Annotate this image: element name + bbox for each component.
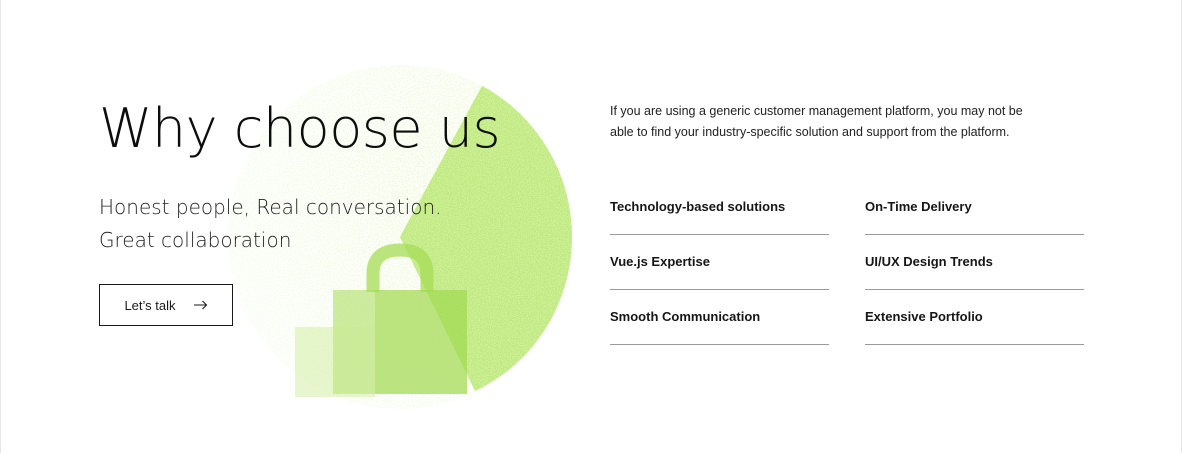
- feature-label: Extensive Portfolio: [865, 309, 983, 324]
- page-title: Why choose us: [99, 97, 501, 160]
- feature-label: On-Time Delivery: [865, 199, 972, 214]
- frame-left-edge: [0, 0, 1, 453]
- feature-label: UI/UX Design Trends: [865, 254, 993, 269]
- feature-label: Smooth Communication: [610, 309, 761, 324]
- feature-item: Smooth Communication: [610, 295, 829, 345]
- intro-paragraph: If you are using a generic customer mana…: [610, 104, 1023, 139]
- feature-item: On-Time Delivery: [865, 185, 1084, 235]
- hero-subtitle-line-2: Great collaboration: [99, 228, 292, 252]
- feature-item: Technology-based solutions: [610, 185, 829, 235]
- feature-item: Extensive Portfolio: [865, 295, 1084, 345]
- hero-subtitle: Honest people, Real conversation. Great …: [99, 191, 441, 257]
- feature-item: Vue.js Expertise: [610, 240, 829, 290]
- feature-list: Technology-based solutions On-Time Deliv…: [610, 185, 1084, 350]
- hero-subtitle-line-1: Honest people, Real conversation.: [99, 195, 442, 219]
- feature-item: UI/UX Design Trends: [865, 240, 1084, 290]
- lets-talk-label: Let’s talk: [124, 297, 176, 313]
- arrow-right-icon: [193, 300, 208, 310]
- feature-label: Vue.js Expertise: [610, 254, 710, 269]
- lets-talk-button[interactable]: Let’s talk: [99, 284, 233, 326]
- feature-label: Technology-based solutions: [610, 199, 786, 214]
